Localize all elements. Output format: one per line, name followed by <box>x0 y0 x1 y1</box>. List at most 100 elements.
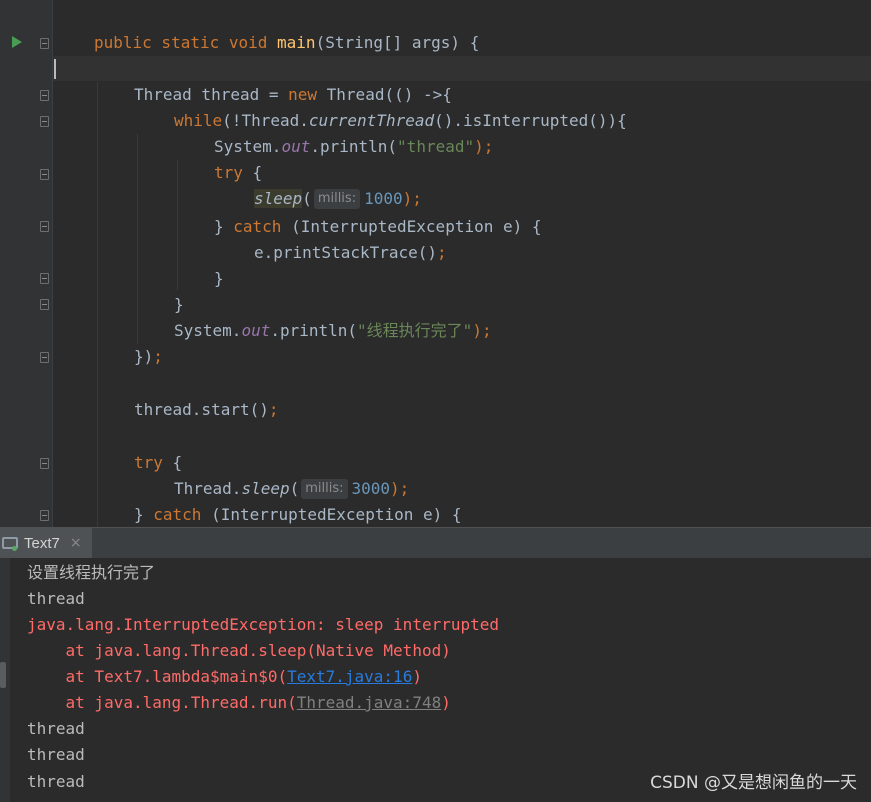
fold-marker[interactable] <box>40 38 49 49</box>
fold-marker[interactable] <box>40 273 49 284</box>
code-line: thread.start(); <box>134 397 279 423</box>
parameter-hint: millis: <box>313 188 361 209</box>
punctuation: ); <box>472 321 492 340</box>
console-run-icon <box>2 537 18 551</box>
punctuation: ; <box>153 347 163 366</box>
fold-marker[interactable] <box>40 90 49 101</box>
code-text: Thread. <box>174 479 242 498</box>
console-error-line: at Text7.lambda$main$0(Text7.java:16) <box>27 664 422 690</box>
fold-marker[interactable] <box>40 352 49 363</box>
code-line: try { <box>134 450 182 476</box>
highlighted-method: sleep <box>254 189 303 208</box>
string-literal: "线程执行完了" <box>357 321 473 340</box>
static-field: out <box>241 321 271 340</box>
editor-gutter <box>0 0 52 527</box>
code-line: } <box>174 292 184 318</box>
method-call: sleep <box>241 479 290 498</box>
code-text: System. <box>174 321 242 340</box>
source-link[interactable]: Thread.java:748 <box>297 693 442 712</box>
code-text: } <box>214 269 224 288</box>
keyword: catch <box>153 505 212 524</box>
code-text: (InterruptedException e) { <box>211 505 462 524</box>
code-line: public static void main(String[] args) { <box>94 30 479 56</box>
punctuation: ; <box>268 400 279 419</box>
punctuation: ); <box>474 137 494 156</box>
code-line: System.out.println("thread"); <box>214 134 493 160</box>
code-text: thread.start() <box>134 400 269 419</box>
run-gutter-icon[interactable] <box>12 36 22 48</box>
keyword: catch <box>233 217 292 236</box>
fold-marker[interactable] <box>40 458 49 469</box>
keyword: try <box>214 163 253 182</box>
code-text: (InterruptedException e) { <box>291 217 542 236</box>
code-text: Thread(() ->{ <box>326 85 452 104</box>
code-line: } <box>214 266 224 292</box>
fold-marker[interactable] <box>40 116 49 127</box>
scrollbar-thumb[interactable] <box>0 662 6 688</box>
code-line: } catch (InterruptedException e) { <box>214 214 542 240</box>
method-name: main <box>277 33 316 52</box>
punctuation: ; <box>437 243 447 262</box>
code-line: sleep(millis: 1000); <box>254 186 422 212</box>
fold-marker[interactable] <box>40 299 49 310</box>
punctuation: ); <box>402 189 422 208</box>
console-error-line: at java.lang.Thread.sleep(Native Method) <box>27 641 451 660</box>
keyword: try <box>134 453 173 472</box>
fold-marker[interactable] <box>40 221 49 232</box>
stack-frame-text: ) <box>412 667 422 686</box>
console-toolbar-strip <box>0 558 10 802</box>
code-text: } <box>134 505 154 524</box>
method-call: currentThread <box>308 111 435 130</box>
code-text: }) <box>134 347 154 366</box>
fold-marker[interactable] <box>40 510 49 521</box>
watermark: CSDN @又是想闲鱼的一天 <box>650 773 857 793</box>
keyword: public static void <box>94 33 278 52</box>
run-tool-window-header: Text7 × <box>0 527 871 558</box>
code-text: .println( <box>310 137 398 156</box>
static-field: out <box>281 137 311 156</box>
code-line: Thread thread = new Thread(() ->{ <box>134 82 452 108</box>
code-text: e.printStackTrace() <box>254 243 438 262</box>
code-line: }); <box>134 344 163 370</box>
code-text: ( <box>302 189 312 208</box>
run-tab-text7[interactable]: Text7 × <box>0 528 92 558</box>
code-text: ().isInterrupted()){ <box>434 111 627 130</box>
console-line: thread <box>27 719 85 738</box>
number-literal: 1000 <box>364 189 403 208</box>
code-editor[interactable]: public static void main(String[] args) {… <box>0 0 871 527</box>
code-text: Thread thread = <box>134 85 289 104</box>
code-line: Thread.sleep(millis: 3000); <box>174 476 409 502</box>
code-text: ( <box>289 479 300 498</box>
console-line: thread <box>27 772 85 791</box>
code-text: } <box>214 217 234 236</box>
stack-frame-text: ) <box>441 693 451 712</box>
indent-guide <box>177 160 178 290</box>
text-caret <box>54 59 56 79</box>
source-link[interactable]: Text7.java:16 <box>287 667 412 686</box>
console-line: thread <box>27 745 85 764</box>
current-line-highlight <box>53 56 871 81</box>
indent-guide <box>97 82 98 527</box>
code-line: try { <box>214 160 262 186</box>
code-text: (!Thread. <box>222 111 309 130</box>
string-literal: "thread" <box>397 137 475 156</box>
console-error-line: java.lang.InterruptedException: sleep in… <box>27 615 500 634</box>
code-line: e.printStackTrace(); <box>254 240 447 266</box>
code-text: { <box>252 163 263 182</box>
fold-marker[interactable] <box>40 169 49 180</box>
code-line: System.out.println("线程执行完了"); <box>174 318 492 344</box>
punctuation: ); <box>390 479 410 498</box>
console-output[interactable]: 设置线程执行完了 thread java.lang.InterruptedExc… <box>0 558 871 802</box>
number-literal: 3000 <box>351 479 391 498</box>
console-error-line: at java.lang.Thread.run(Thread.java:748) <box>27 690 451 716</box>
code-line: while(!Thread.currentThread().isInterrup… <box>174 108 627 134</box>
code-text: System. <box>214 137 282 156</box>
code-text: (String[] args) { <box>315 33 480 52</box>
console-line: thread <box>27 589 85 608</box>
stack-frame-text: at Text7.lambda$main$0( <box>27 667 288 686</box>
code-text: .println( <box>270 321 358 340</box>
stack-frame-text: at java.lang.Thread.run( <box>27 693 297 712</box>
close-icon[interactable]: × <box>70 535 82 551</box>
indent-guide <box>137 134 138 344</box>
code-text: { <box>172 453 183 472</box>
